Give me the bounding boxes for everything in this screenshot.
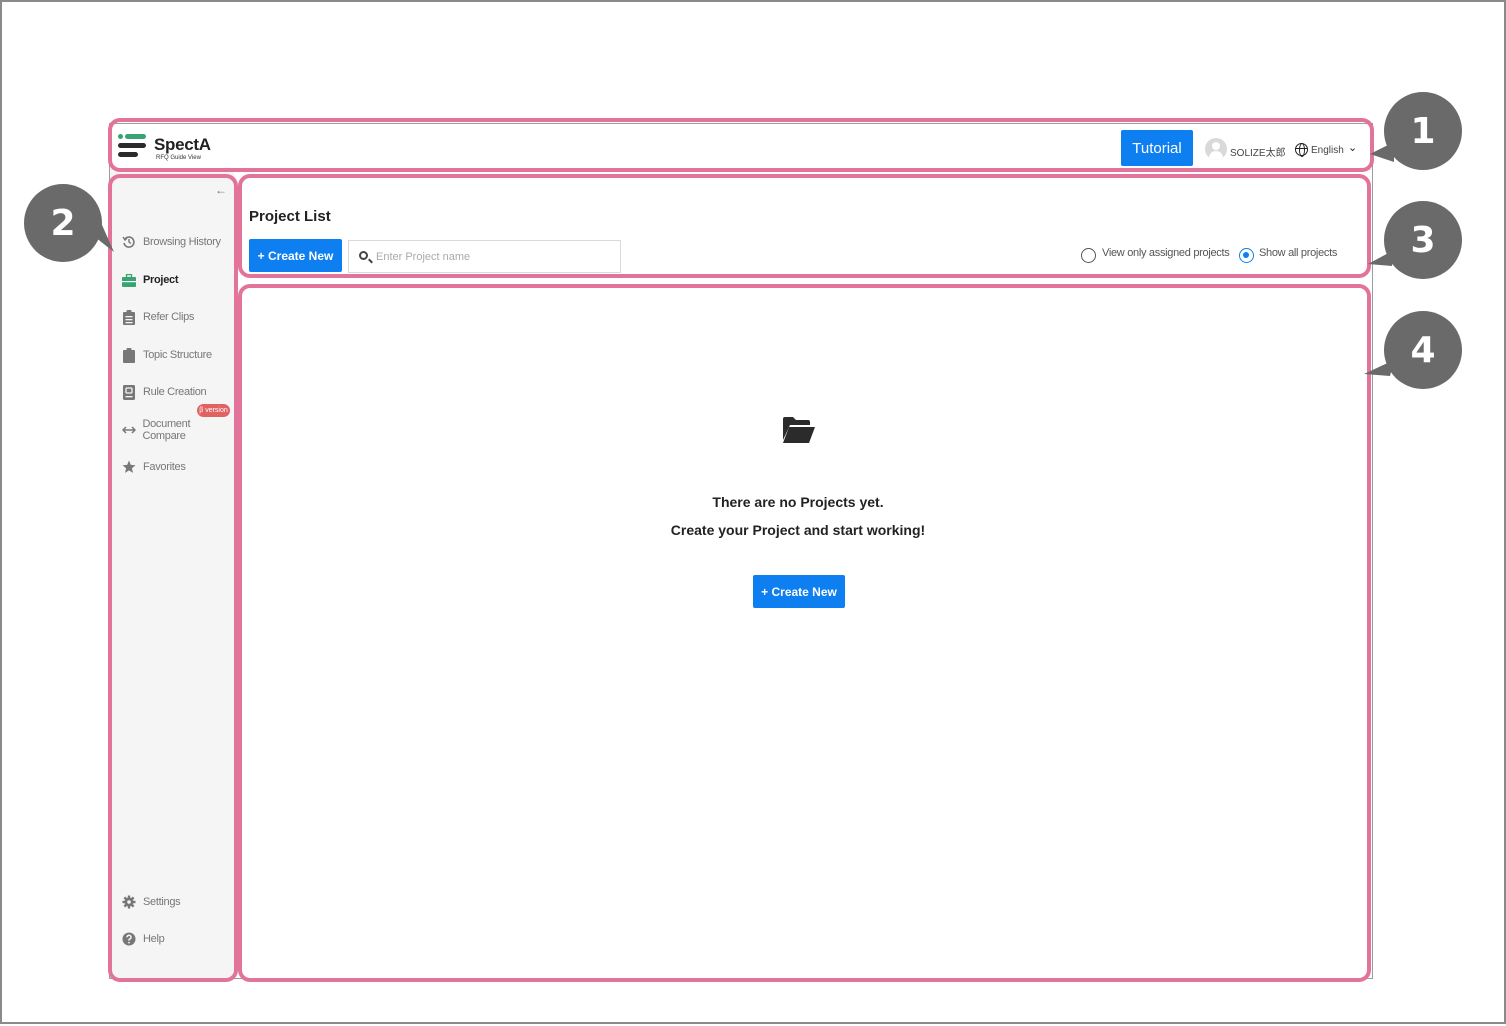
annotation-marker-4: 4 — [1384, 311, 1462, 389]
annotation-marker-2: 2 — [24, 184, 102, 262]
annotation-pointers — [86, 142, 1394, 376]
annotation-marker-3: 3 — [1384, 201, 1462, 279]
annotation-marker-1: 1 — [1384, 92, 1462, 170]
